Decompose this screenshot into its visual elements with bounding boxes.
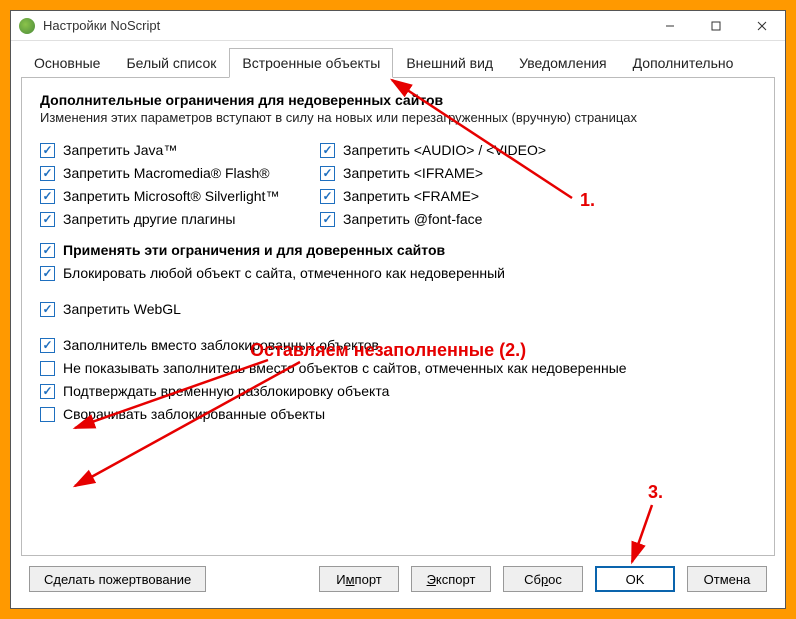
maximize-button[interactable] [693, 11, 739, 41]
minimize-button[interactable] [647, 11, 693, 41]
ok-button[interactable]: OK [595, 566, 675, 592]
checkbox-webgl[interactable] [40, 302, 55, 317]
checkbox-placeholder[interactable] [40, 338, 55, 353]
reset-button[interactable]: Сброс [503, 566, 583, 592]
titlebar: Настройки NoScript [11, 11, 785, 41]
window-title: Настройки NoScript [43, 18, 647, 33]
checkbox-silverlight[interactable] [40, 189, 55, 204]
checkbox-java[interactable] [40, 143, 55, 158]
label-java: Запретить Java™ [63, 142, 177, 158]
section-heading: Дополнительные ограничения для недоверен… [40, 92, 756, 108]
label-confirm-unblock: Подтверждать временную разблокировку объ… [63, 383, 389, 399]
label-block-untrusted: Блокировать любой объект с сайта, отмече… [63, 265, 505, 281]
label-iframe: Запретить <IFRAME> [343, 165, 483, 181]
checkbox-iframe[interactable] [320, 166, 335, 181]
settings-window: Настройки NoScript Основные Белый список… [10, 10, 786, 609]
checkbox-apply-trusted[interactable] [40, 243, 55, 258]
label-frame: Запретить <FRAME> [343, 188, 479, 204]
checkbox-frame[interactable] [320, 189, 335, 204]
checkbox-plugins[interactable] [40, 212, 55, 227]
tab-notifications[interactable]: Уведомления [506, 48, 620, 78]
close-button[interactable] [739, 11, 785, 41]
section-subheading: Изменения этих параметров вступают в сил… [40, 110, 756, 125]
window-controls [647, 11, 785, 41]
label-plugins: Запретить другие плагины [63, 211, 235, 227]
tab-appearance[interactable]: Внешний вид [393, 48, 506, 78]
tab-bar: Основные Белый список Встроенные объекты… [11, 41, 785, 77]
checkbox-confirm-unblock[interactable] [40, 384, 55, 399]
button-bar: Сделать пожертвование Импорт Экспорт Сбр… [11, 566, 785, 608]
tab-whitelist[interactable]: Белый список [113, 48, 229, 78]
label-no-placeholder-untrusted: Не показывать заполнитель вместо объекто… [63, 360, 627, 376]
label-placeholder: Заполнитель вместо заблокированных объек… [63, 337, 379, 353]
checkbox-flash[interactable] [40, 166, 55, 181]
cancel-button[interactable]: Отмена [687, 566, 767, 592]
label-apply-trusted: Применять эти ограничения и для доверенн… [63, 242, 445, 258]
label-silverlight: Запретить Microsoft® Silverlight™ [63, 188, 279, 204]
tab-advanced[interactable]: Дополнительно [620, 48, 747, 78]
label-audio-video: Запретить <AUDIO> / <VIDEO> [343, 142, 546, 158]
export-button[interactable]: Экспорт [411, 566, 491, 592]
checkbox-fontface[interactable] [320, 212, 335, 227]
tab-panel-embedded: Дополнительные ограничения для недоверен… [21, 77, 775, 556]
tab-embedded[interactable]: Встроенные объекты [229, 48, 393, 78]
import-button[interactable]: Импорт [319, 566, 399, 592]
label-webgl: Запретить WebGL [63, 301, 181, 317]
label-flash: Запретить Macromedia® Flash® [63, 165, 270, 181]
checkbox-audio-video[interactable] [320, 143, 335, 158]
checkbox-collapse[interactable] [40, 407, 55, 422]
checkbox-block-untrusted[interactable] [40, 266, 55, 281]
label-collapse: Сворачивать заблокированные объекты [63, 406, 325, 422]
tab-general[interactable]: Основные [21, 48, 113, 78]
donate-button[interactable]: Сделать пожертвование [29, 566, 206, 592]
checkbox-no-placeholder-untrusted[interactable] [40, 361, 55, 376]
app-icon [19, 18, 35, 34]
label-fontface: Запретить @font-face [343, 211, 482, 227]
